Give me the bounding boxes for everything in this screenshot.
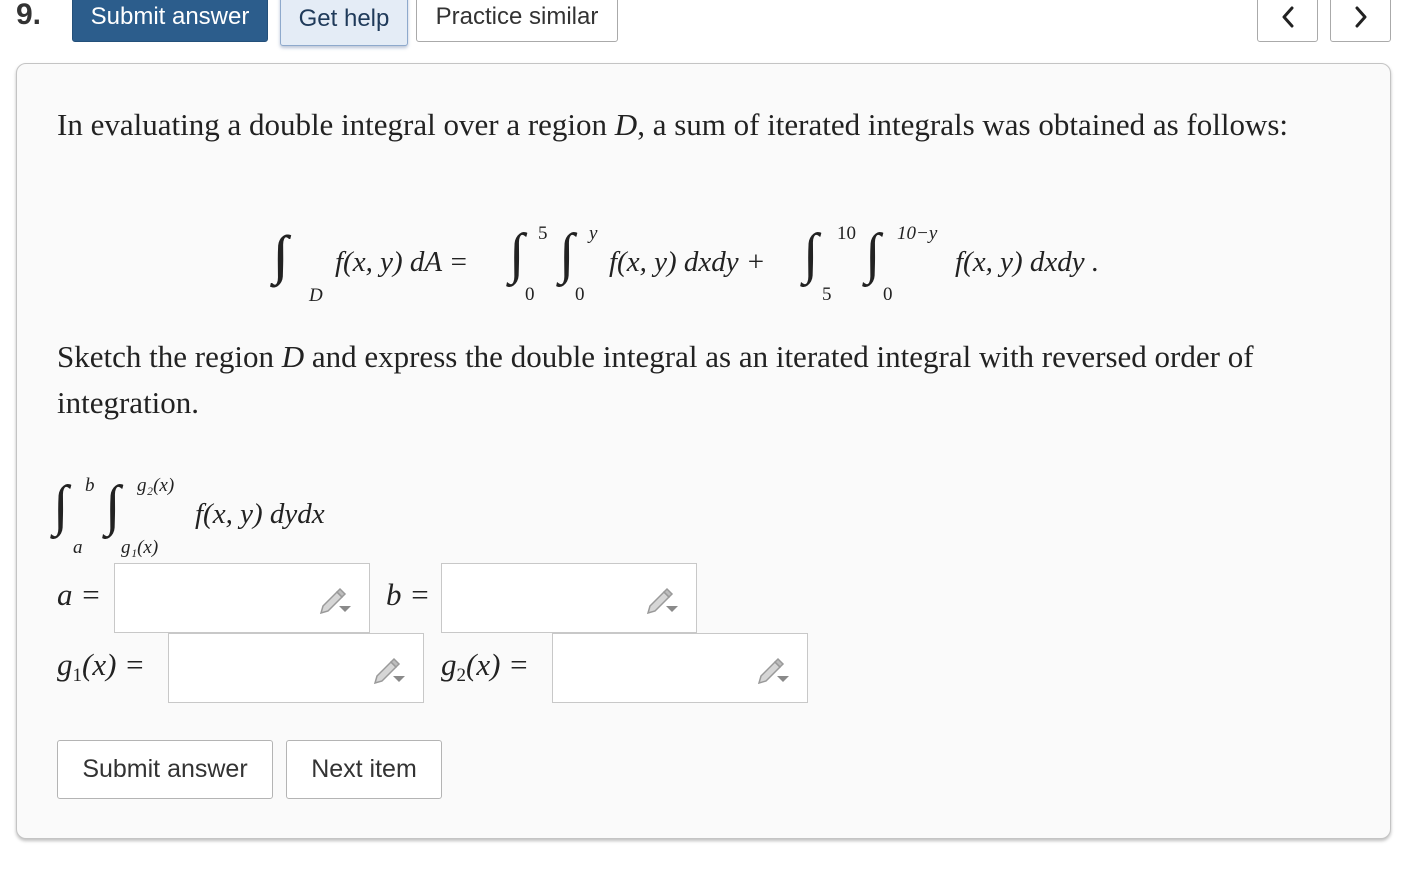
g2-label: g2(x) = — [441, 647, 530, 686]
term2-outer-lower: 5 — [822, 284, 832, 305]
term2-outer-upper: 10 — [837, 223, 856, 244]
b-input[interactable] — [441, 563, 697, 633]
b-label: b = — [386, 577, 431, 612]
submit-answer-button-top[interactable]: Submit answer — [72, 0, 268, 42]
term1-outer-upper: 5 — [538, 223, 548, 244]
answer-inner-lower: g₁(x) — [121, 537, 159, 558]
chevron-left-icon — [1282, 6, 1293, 28]
term1-inner-integral: ∫ — [559, 223, 575, 285]
answer-integrand: f(x, y) dydx — [195, 498, 325, 530]
previous-question-button[interactable] — [1257, 0, 1318, 42]
answer-inner-upper: g₂(x) — [137, 475, 175, 496]
term2-integrand: f(x, y) dxdy . — [955, 246, 1100, 278]
lhs-region: D — [309, 285, 323, 306]
answer-outer-lower: a — [73, 537, 83, 558]
term2-inner-upper: 10−y — [897, 223, 938, 244]
pencil-dropdown-icon[interactable] — [755, 654, 791, 684]
pencil-dropdown-icon[interactable] — [317, 584, 353, 614]
get-help-button[interactable]: Get help — [280, 0, 408, 46]
term2-inner-lower: 0 — [883, 284, 893, 305]
submit-answer-button[interactable]: Submit answer — [57, 740, 273, 799]
next-question-button[interactable] — [1330, 0, 1391, 42]
answer-inner-integral: ∫ — [105, 475, 121, 537]
term1-integrand: f(x, y) dxdy + — [609, 246, 766, 278]
chevron-right-icon — [1355, 6, 1366, 28]
g1-input[interactable] — [168, 633, 424, 703]
a-input[interactable] — [114, 563, 370, 633]
lhs-integrand: f(x, y) dA = — [335, 246, 469, 278]
question-number: 9. — [16, 0, 42, 31]
sketch-instruction: Sketch the region D and express the doub… — [57, 339, 1254, 420]
question-intro: In evaluating a double integral over a r… — [57, 107, 1289, 142]
term1-outer-lower: 0 — [525, 284, 535, 305]
term1-outer-integral: ∫ — [509, 223, 525, 285]
answer-outer-upper: b — [85, 475, 95, 496]
term1-inner-upper: y — [589, 223, 598, 244]
answer-outer-integral: ∫ — [53, 475, 69, 537]
term1-inner-lower: 0 — [575, 284, 585, 305]
question-card: In evaluating a double integral over a r… — [16, 63, 1391, 839]
a-label: a = — [57, 577, 102, 612]
g1-label: g1(x) = — [57, 647, 146, 686]
term2-outer-integral: ∫ — [803, 223, 819, 285]
term2-inner-integral: ∫ — [865, 223, 881, 285]
g2-input[interactable] — [552, 633, 808, 703]
pencil-dropdown-icon[interactable] — [371, 654, 407, 684]
next-item-button[interactable]: Next item — [286, 740, 442, 799]
practice-similar-button[interactable]: Practice similar — [416, 0, 618, 42]
lhs-double-integral: ∫∫ — [273, 225, 286, 285]
pencil-dropdown-icon[interactable] — [644, 584, 680, 614]
